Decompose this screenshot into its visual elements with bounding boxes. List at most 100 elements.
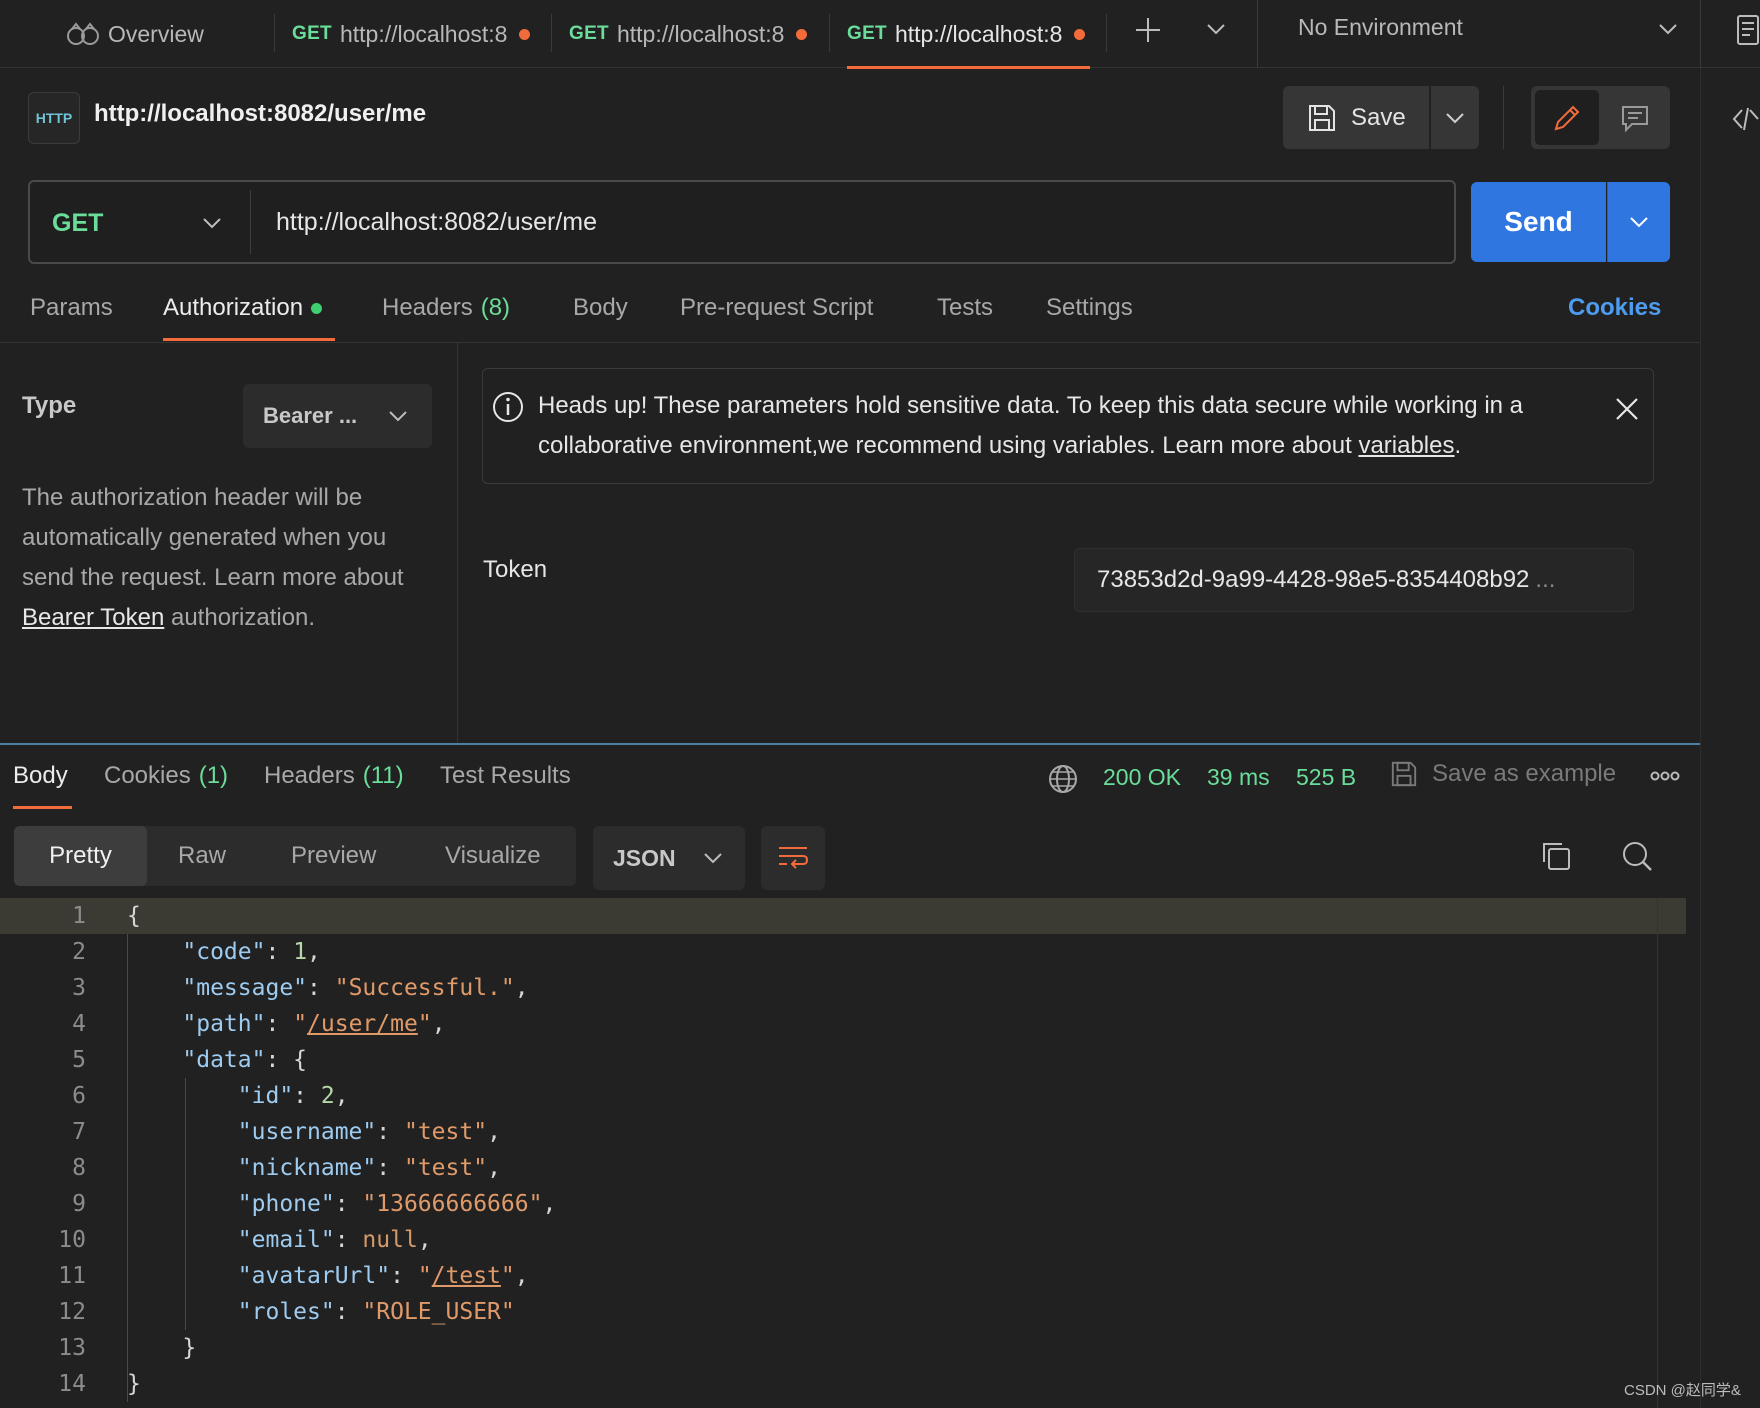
auth-description-suffix: authorization. [164, 604, 316, 631]
json-key: "id" [237, 1083, 294, 1109]
chevron-down-icon [1446, 112, 1464, 123]
cookies-link[interactable]: Cookies [1568, 294, 1661, 322]
tab-overview[interactable]: Overview [66, 0, 204, 68]
auth-type-select[interactable]: Bearer ... [243, 384, 432, 448]
active-tab-indicator [13, 806, 72, 809]
auth-type-label: Type [22, 392, 77, 419]
tab-method: GET [847, 23, 887, 44]
editor-scrollbar[interactable] [1657, 898, 1686, 1408]
tab-request-3[interactable]: GET http://localhost:8 [847, 0, 1086, 68]
method-select[interactable]: GET [52, 206, 222, 240]
json-key: "data" [182, 1047, 266, 1073]
request-title[interactable]: http://localhost:8082/user/me [94, 100, 426, 128]
token-input[interactable]: 73853d2d-9a99-4428-98e5-8354408b92 ... [1074, 548, 1634, 612]
tab-divider [829, 14, 830, 52]
line-number: 1 [72, 903, 86, 929]
tab-label: Pre-request Script [680, 294, 874, 321]
tab-label: Cookies [104, 762, 191, 789]
save-icon [1309, 104, 1335, 131]
code-line: 2 "code": 1, [0, 934, 1700, 970]
variables-link[interactable]: variables [1358, 432, 1454, 459]
unsaved-dot-icon [796, 28, 808, 40]
bearer-token-link[interactable]: Bearer Token [22, 604, 164, 631]
json-link[interactable]: /test [432, 1263, 501, 1289]
response-tab-cookies[interactable]: Cookies (1) [104, 762, 228, 790]
comments-button[interactable] [1603, 90, 1667, 145]
tab-pre-request-script[interactable]: Pre-request Script [680, 294, 873, 322]
response-tab-body[interactable]: Body [13, 762, 68, 790]
response-pane-resizer[interactable] [0, 743, 1700, 745]
tab-body[interactable]: Body [573, 294, 628, 322]
view-preview-button[interactable]: Preview [291, 826, 376, 886]
more-options-icon[interactable] [1650, 768, 1680, 784]
tabs-dropdown-chevron-icon[interactable] [1206, 22, 1226, 36]
environment-chevron-icon[interactable] [1658, 22, 1678, 36]
method-value: GET [52, 208, 104, 237]
tab-label: Params [30, 294, 113, 321]
chevron-down-icon [203, 218, 221, 229]
url-bar-divider [250, 190, 251, 254]
tab-label: Headers [382, 294, 473, 321]
chevron-down-icon [704, 853, 722, 864]
globe-icon[interactable] [1047, 763, 1079, 795]
save-button[interactable]: Save [1283, 86, 1429, 149]
token-ellipsis: ... [1535, 566, 1556, 593]
new-tab-plus-icon[interactable] [1134, 16, 1162, 44]
code-line: 13 } [0, 1330, 1700, 1366]
send-options-button[interactable] [1607, 182, 1670, 262]
tab-label: Body [13, 762, 68, 789]
tab-divider [551, 14, 552, 52]
code-line: 14} [0, 1366, 1700, 1402]
line-number: 3 [72, 975, 86, 1001]
environment-select[interactable]: No Environment [1298, 14, 1463, 41]
tab-settings[interactable]: Settings [1046, 294, 1133, 322]
send-button[interactable]: Send [1471, 182, 1606, 262]
line-number: 9 [72, 1191, 86, 1217]
code-line: 6 "id": 2, [0, 1078, 1700, 1114]
tab-label: Headers [264, 762, 355, 789]
response-size[interactable]: 525 B [1296, 764, 1356, 791]
view-raw-button[interactable]: Raw [178, 826, 226, 886]
tab-method: GET [569, 23, 609, 44]
status-code[interactable]: 200 OK [1103, 764, 1181, 791]
code-snippet-icon[interactable] [1732, 104, 1760, 134]
http-request-icon: HTTP [28, 92, 80, 144]
response-tab-test-results[interactable]: Test Results [440, 762, 571, 790]
line-number: 6 [72, 1083, 86, 1109]
line-number: 4 [72, 1011, 86, 1037]
tab-tests[interactable]: Tests [937, 294, 993, 322]
tab-authorization[interactable]: Authorization [163, 294, 323, 322]
view-visualize-button[interactable]: Visualize [445, 826, 541, 886]
save-as-example-label: Save as example [1432, 760, 1617, 787]
response-tab-headers[interactable]: Headers (11) [264, 762, 404, 790]
url-input[interactable] [262, 194, 1442, 250]
tab-params[interactable]: Params [30, 294, 113, 322]
response-body-editor[interactable]: 1{ 2 "code": 1, 3 "message": "Successful… [0, 898, 1700, 1402]
info-icon [493, 392, 523, 422]
line-number: 2 [72, 939, 86, 965]
format-select[interactable]: JSON [593, 826, 745, 890]
environment-quick-look-icon[interactable] [1736, 14, 1760, 46]
chevron-down-icon [1630, 217, 1648, 228]
code-line: 8 "nickname": "test", [0, 1150, 1700, 1186]
edit-button[interactable] [1535, 90, 1599, 145]
save-icon [1391, 761, 1417, 787]
wrap-lines-button[interactable] [761, 826, 825, 890]
code-line: 1{ [0, 898, 1686, 934]
copy-icon[interactable] [1540, 840, 1572, 872]
tab-headers[interactable]: Headers (8) [382, 294, 510, 322]
response-time[interactable]: 39 ms [1207, 764, 1270, 791]
tab-request-2[interactable]: GET http://localhost:8 [569, 0, 808, 68]
save-options-button[interactable] [1431, 86, 1479, 149]
json-null: null [362, 1227, 418, 1253]
json-link[interactable]: /user/me [307, 1011, 418, 1037]
close-icon[interactable] [1614, 396, 1640, 422]
tab-request-1[interactable]: GET http://localhost:8 [292, 0, 531, 68]
code-line: 9 "phone": "13666666666", [0, 1186, 1700, 1222]
pencil-icon [1554, 105, 1580, 130]
save-as-example-button[interactable]: Save as example [1390, 760, 1616, 788]
divider [1503, 86, 1504, 149]
search-icon[interactable] [1621, 840, 1653, 872]
view-pretty-button[interactable]: Pretty [14, 826, 147, 886]
json-string: "test" [403, 1119, 488, 1145]
